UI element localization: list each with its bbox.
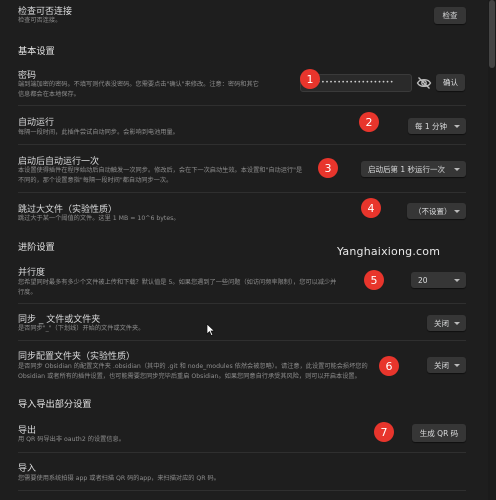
divider (18, 144, 466, 145)
divider (18, 490, 466, 491)
annotation-marker-5: 5 (364, 270, 384, 290)
autorun-desc: 每隔一段时间，此插件尝试自动同步。会影响到电池用量。 (18, 129, 179, 136)
divider (18, 105, 466, 106)
sync-config-title: 同步配置文件夹（实验性质） (18, 352, 136, 362)
skip-large-select[interactable]: （不设置） (407, 203, 466, 219)
annotation-marker-1: 1 (300, 69, 320, 89)
autorun-select-value: 每 1 分钟 (415, 121, 448, 131)
basic-settings-heading: 基本设置 (18, 46, 55, 57)
sync-config-desc-line2: Obsidian 或者所有的插件设置，也可能需要您同步完毕后重启 Obsidia… (18, 373, 361, 380)
check-connection-desc: 检查可否连接。 (18, 17, 62, 24)
mouse-cursor-icon (206, 322, 216, 337)
concurrency-select-value: 20 (418, 275, 428, 285)
sync-config-desc-line1: 是否同步 Obsidian 的配置文件夹 .obsidian（其中的 .git … (18, 363, 368, 370)
annotation-marker-4: 4 (361, 198, 381, 218)
concurrency-desc-line1: 您希望同时最多有多少个文件被上传和下载？默认值是 5。如果您遇到了一些问题（如访… (18, 279, 337, 286)
sync-config-select-value: 关闭 (434, 360, 449, 370)
sync-underscore-select[interactable]: 关闭 (427, 315, 466, 331)
skip-large-select-value: （不设置） (414, 206, 452, 216)
scrollbar-thumb[interactable] (489, 0, 495, 68)
advanced-settings-heading: 进阶设置 (18, 242, 55, 253)
chevron-down-icon (454, 279, 460, 282)
password-desc-line1: 端到端加密的密码。不填写则代表没密码。您需要点击"确认"来修改。注意：密码和其它 (18, 81, 259, 88)
autorun-title: 自动运行 (18, 118, 55, 128)
divider (18, 303, 466, 304)
concurrency-desc-line2: 行度。 (18, 289, 37, 296)
watermark-text: Yanghaixiong.com (337, 245, 441, 258)
import-title: 导入 (18, 464, 37, 474)
annotation-marker-6: 6 (379, 356, 399, 376)
chevron-down-icon (454, 210, 460, 213)
eye-off-icon[interactable] (416, 75, 432, 91)
divider (18, 340, 466, 341)
export-desc: 用 QR 码导出非 oauth2 的设置信息。 (18, 436, 125, 443)
import-desc: 您需要使用系统拍摄 app 或者扫描 QR 码的app，来扫描对应的 QR 码。 (18, 475, 220, 482)
chevron-down-icon (454, 168, 460, 171)
concurrency-title: 并行度 (18, 268, 46, 278)
scrollbar[interactable] (488, 0, 496, 500)
autorun-once-select[interactable]: 启动后第 1 秒运行一次 (361, 161, 466, 177)
annotation-marker-2: 2 (359, 112, 379, 132)
sync-underscore-desc: 是否同步"_"（下划线）开始的文件或文件夹。 (18, 325, 145, 332)
autorun-once-select-value: 启动后第 1 秒运行一次 (368, 164, 446, 174)
sync-config-select[interactable]: 关闭 (427, 357, 466, 373)
check-button[interactable]: 检查 (434, 7, 466, 24)
skip-large-desc: 跳过大于某一个阈值的文件。这里 1 MB = 10^6 bytes。 (18, 215, 180, 222)
annotation-marker-3: 3 (318, 158, 338, 178)
autorun-select[interactable]: 每 1 分钟 (408, 118, 466, 134)
sync-underscore-select-value: 关闭 (434, 318, 449, 328)
autorun-once-desc-line2: 不同的，那个设置意指"每隔一段时间"都自动同步一次。 (18, 177, 173, 184)
password-desc-line2: 信息都会在本地保存。 (18, 91, 80, 98)
generate-qr-button[interactable]: 生成 QR 码 (412, 424, 466, 442)
divider (18, 452, 466, 453)
chevron-down-icon (454, 364, 460, 367)
concurrency-select[interactable]: 20 (411, 272, 466, 288)
chevron-down-icon (454, 125, 460, 128)
autorun-once-desc-line1: 本设置使得插件在程序始动后自动触发一次同步。修改后，会在下一次启动生效。本设置和… (18, 167, 303, 174)
chevron-down-icon (454, 322, 460, 325)
confirm-button[interactable]: 确认 (436, 74, 465, 91)
import-export-heading: 导入导出部分设置 (18, 399, 92, 410)
annotation-marker-7: 7 (374, 422, 394, 442)
divider (18, 192, 466, 193)
